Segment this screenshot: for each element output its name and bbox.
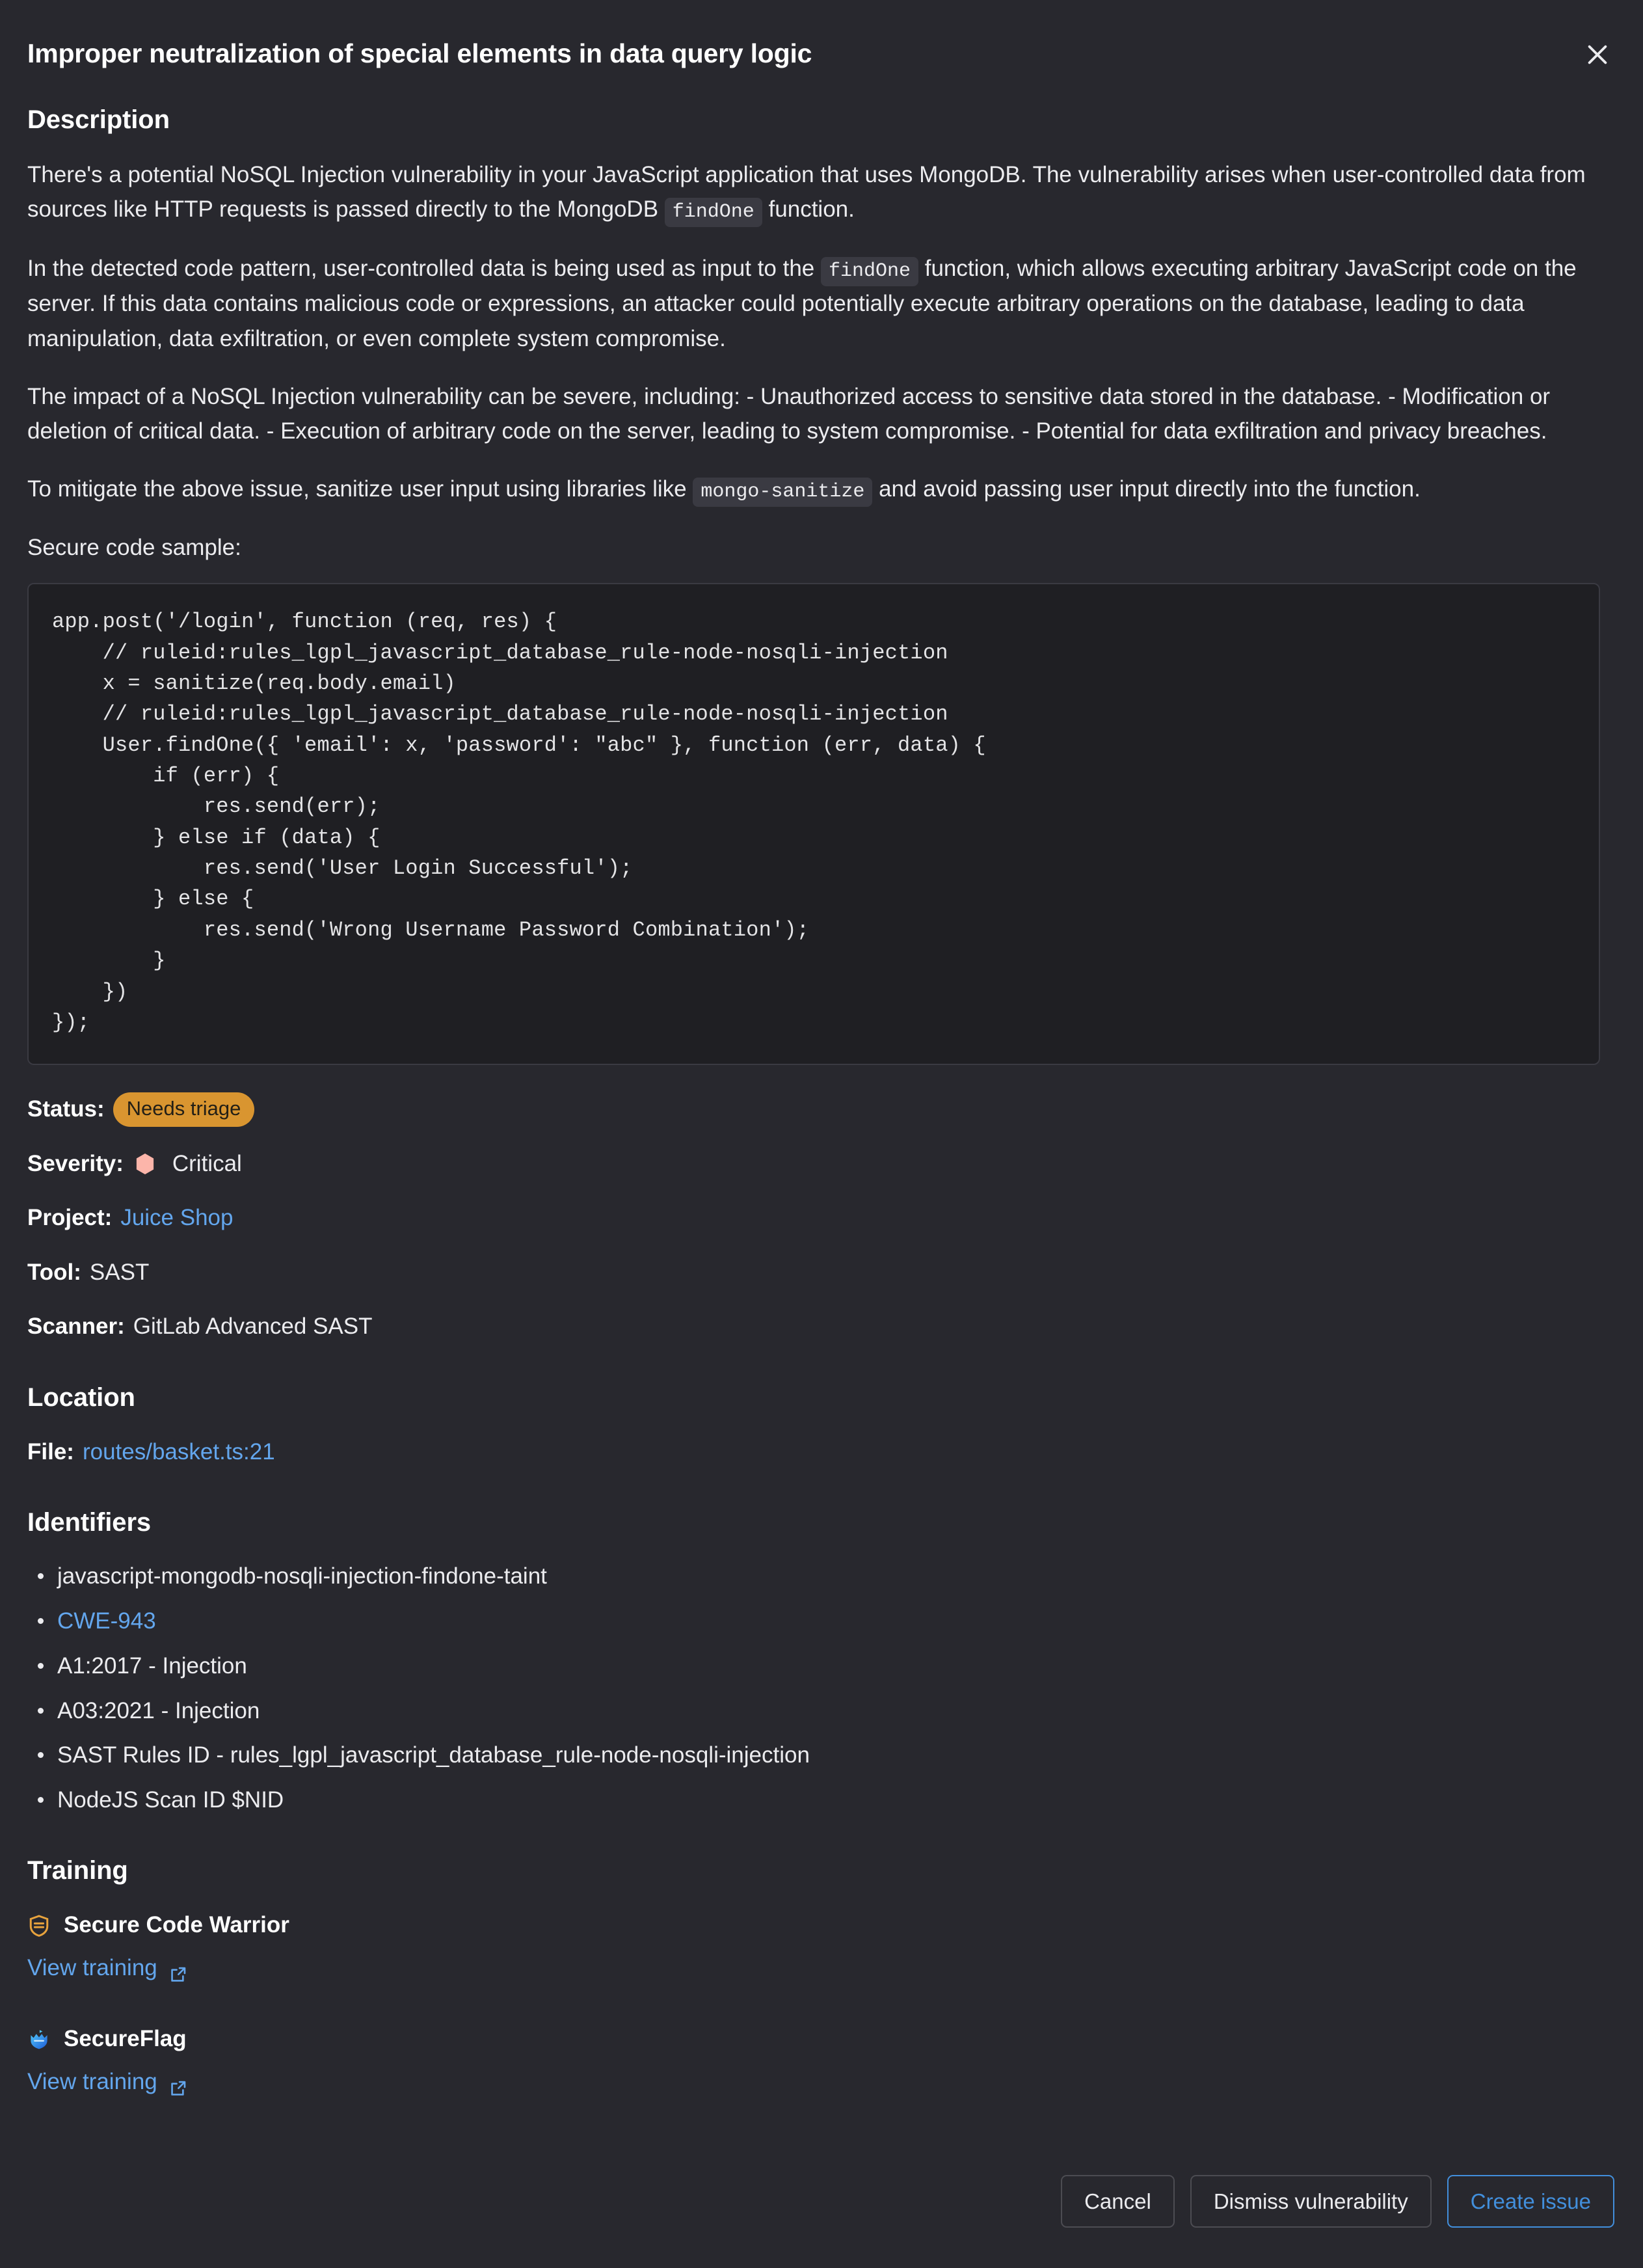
secure-code-sample-block: app.post('/login', function (req, res) {… [27,583,1600,1066]
drawer-body: Description There's a potential NoSQL In… [0,72,1643,2175]
training-provider-label: Secure Code Warrior [64,1911,289,1937]
create-issue-button[interactable]: Create issue [1447,2175,1614,2228]
training-provider-label: SecureFlag [64,2025,187,2051]
desc-p2-text-a: In the detected code pattern, user-contr… [27,255,821,281]
list-item: CWE-943 [27,1605,1616,1638]
desc-p4-text-a: To mitigate the above issue, sanitize us… [27,476,693,502]
secure-code-sample-label: Secure code sample: [27,534,241,560]
training-heading: Training [27,1856,128,1885]
identifier-text: javascript-mongodb-nosqli-injection-find… [57,1563,547,1589]
inline-code-mongo-sanitize: mongo-sanitize [693,478,873,507]
training-provider-name-row: SecureFlag [27,2022,1616,2057]
page-title: Improper neutralization of special eleme… [27,38,812,68]
status-row: Status: Needs triage [27,1092,1616,1127]
metadata-list: Status: Needs triage Severity: Critical … [27,1092,1616,1344]
description-paragraph-4: To mitigate the above issue, sanitize us… [27,472,1601,507]
desc-p1-text-b: function. [762,196,855,223]
description-paragraph-3: The impact of a NoSQL Injection vulnerab… [27,383,1551,444]
inline-code-findone-2: findOne [820,256,919,286]
severity-value: Critical [172,1150,242,1176]
list-item: A1:2017 - Injection [27,1650,1616,1683]
cancel-button[interactable]: Cancel [1061,2175,1175,2228]
secureflag-shield-icon [27,2027,51,2051]
inline-code-findone-1: findOne [664,198,762,228]
scanner-label: Scanner: [27,1314,125,1340]
tool-label: Tool: [27,1259,81,1285]
identifier-text: SAST Rules ID - rules_lgpl_javascript_da… [57,1742,810,1768]
vulnerability-details-drawer: Improper neutralization of special eleme… [0,0,1643,2268]
view-training-label: View training [27,2069,157,2095]
close-icon [1586,43,1609,66]
description-paragraph-2: In the detected code pattern, user-contr… [27,251,1601,356]
dismiss-vulnerability-button[interactable]: Dismiss vulnerability [1190,2175,1432,2228]
list-item: A03:2021 - Injection [27,1695,1616,1728]
severity-label: Severity: [27,1150,124,1176]
project-row: Project: Juice Shop [27,1201,1616,1235]
file-link[interactable]: routes/basket.ts:21 [83,1435,275,1470]
desc-p4-text-b: and avoid passing user input directly in… [872,476,1421,502]
identifiers-list: javascript-mongodb-nosqli-injection-find… [27,1560,1616,1817]
file-label: File: [27,1438,74,1465]
training-provider-secure-code-warrior: Secure Code Warrior View training [27,1908,1616,1986]
identifier-text: A1:2017 - Injection [57,1653,247,1679]
identifier-link-cwe[interactable]: CWE-943 [57,1608,156,1634]
list-item: SAST Rules ID - rules_lgpl_javascript_da… [27,1739,1616,1772]
severity-row: Severity: Critical [27,1147,1616,1181]
tool-row: Tool: SAST [27,1256,1616,1290]
list-item: javascript-mongodb-nosqli-injection-find… [27,1560,1616,1593]
project-link[interactable]: Juice Shop [120,1201,233,1235]
status-label: Status: [27,1096,105,1122]
severity-critical-icon [135,1153,155,1175]
drawer-footer: Cancel Dismiss vulnerability Create issu… [0,2175,1643,2268]
project-label: Project: [27,1205,113,1231]
identifiers-heading: Identifiers [27,1508,152,1537]
secure-code-warrior-shield-icon [27,1913,51,1937]
location-heading: Location [27,1383,135,1412]
close-button[interactable] [1581,38,1614,72]
list-item: NodeJS Scan ID $NID [27,1784,1616,1817]
view-training-link-secureflag[interactable]: View training [27,2065,187,2099]
file-row: File: routes/basket.ts:21 [27,1435,1616,1470]
scanner-row: Scanner: GitLab Advanced SAST [27,1310,1616,1344]
description-paragraph-1: There's a potential NoSQL Injection vuln… [27,157,1601,228]
status-badge: Needs triage [113,1092,255,1127]
description-heading: Description [27,105,170,134]
external-link-icon [169,2073,187,2096]
view-training-label: View training [27,1955,157,1981]
view-training-link-secure-code-warrior[interactable]: View training [27,1951,187,1986]
identifier-text: A03:2021 - Injection [57,1697,260,1723]
training-provider-secureflag: SecureFlag View training [27,2022,1616,2099]
external-link-icon [169,1960,187,1982]
scanner-value: GitLab Advanced SAST [133,1314,373,1340]
training-provider-name-row: Secure Code Warrior [27,1908,1616,1943]
identifier-text: NodeJS Scan ID $NID [57,1787,284,1813]
drawer-header: Improper neutralization of special eleme… [0,0,1643,72]
tool-value: SAST [89,1259,150,1285]
